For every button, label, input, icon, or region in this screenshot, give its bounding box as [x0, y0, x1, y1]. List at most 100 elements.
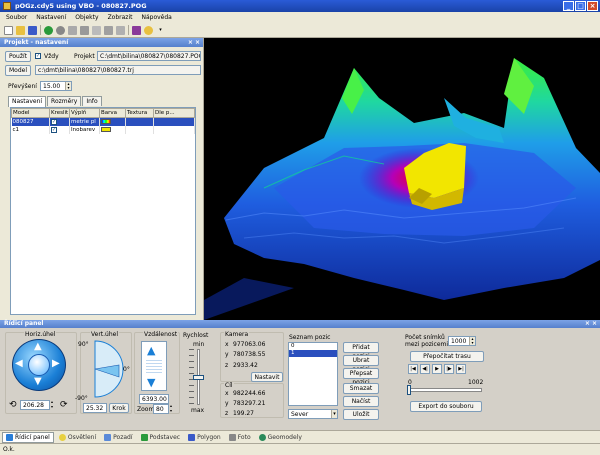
image-icon[interactable]	[116, 25, 125, 35]
tool-icon[interactable]	[68, 25, 77, 35]
chevron-down-icon[interactable]: ▾	[331, 410, 337, 418]
tab-polygon[interactable]: Polygon	[185, 432, 224, 443]
distance-slider[interactable]: ▲ ▼	[141, 341, 167, 391]
menu-soubor[interactable]: Soubor	[6, 12, 27, 23]
column-header[interactable]: Barva	[99, 108, 126, 118]
list-item[interactable]: 1	[289, 350, 337, 357]
close-button[interactable]: ×	[587, 1, 598, 11]
draw-checkbox[interactable]: ✓	[51, 118, 57, 125]
new-file-icon[interactable]	[4, 25, 13, 35]
tab-settings[interactable]: Nastavení	[8, 96, 47, 107]
tab-info[interactable]: Info	[82, 96, 102, 106]
recalculate-route-button[interactable]: Přepočítat trasu	[410, 351, 484, 362]
column-header[interactable]: Výplň	[69, 108, 100, 118]
use-button[interactable]: Použít	[5, 51, 31, 62]
arrow-right-icon[interactable]: ▶	[52, 358, 60, 369]
spinner-icon[interactable]: ▴ ▾	[51, 399, 53, 409]
play-icon[interactable]: ▶	[432, 364, 442, 374]
fill-cell[interactable]: metrie pl	[69, 117, 100, 126]
table-row[interactable]: c1 ✓ Inobarev	[11, 125, 195, 134]
menu-nastaveni[interactable]: Nastavení	[36, 12, 66, 23]
step-button[interactable]: Krok	[109, 403, 129, 413]
model-button[interactable]: Model	[5, 65, 31, 76]
add-position-button[interactable]: Přidat pozici	[343, 342, 379, 360]
column-header[interactable]: Kreslit	[49, 108, 70, 118]
tab-pedestal[interactable]: Podstavec	[138, 432, 184, 443]
zoom-out-arrow-icon[interactable]: ▼	[147, 376, 155, 389]
panel-close-icon[interactable]: × ×	[188, 38, 200, 47]
distance-input[interactable]: 6393.00	[139, 394, 169, 404]
tab-photo[interactable]: Foto	[226, 432, 254, 443]
layers-icon[interactable]	[80, 25, 89, 35]
stop-icon[interactable]	[56, 25, 65, 35]
horizontal-angle-input[interactable]: 206.28	[20, 400, 50, 410]
set-camera-button[interactable]: Nastavit	[251, 372, 283, 382]
overwrite-position-button[interactable]: Přepsat pozici	[343, 368, 379, 386]
model-path-field[interactable]: c:\dmt\bilina\080827\080827.trj	[35, 65, 201, 75]
always-checkbox[interactable]: ✓	[35, 53, 41, 59]
arrow-up-icon[interactable]: ▲	[34, 341, 42, 352]
exaggeration-spinner-icon[interactable]: ▴ ▾	[65, 82, 71, 90]
skip-last-icon[interactable]: ▶|	[456, 364, 466, 374]
load-button[interactable]: Načíst	[343, 396, 379, 407]
remove-position-button[interactable]: Ubrat pozici	[343, 355, 379, 373]
grid-icon[interactable]	[92, 25, 101, 35]
menu-zobrazit[interactable]: Zobrazit	[108, 12, 133, 23]
column-header[interactable]: Model	[11, 108, 50, 118]
direction-select[interactable]: Sever ▾	[288, 409, 338, 419]
speed-slider-thumb[interactable]	[193, 374, 204, 380]
tab-dimensions[interactable]: Rozměry	[47, 96, 82, 106]
slider-max-label: 1002	[468, 379, 484, 386]
tab-geomodels[interactable]: Geomodely	[256, 432, 305, 443]
book-icon[interactable]	[132, 25, 141, 35]
filter-icon[interactable]	[104, 25, 113, 35]
arrow-left-icon[interactable]: ◀	[15, 358, 23, 369]
menu-objekty[interactable]: Objekty	[75, 12, 98, 23]
spinner-icon[interactable]: ▴ ▾	[170, 403, 172, 413]
frame-slider[interactable]	[408, 388, 482, 392]
panel-close-icon[interactable]: × ×	[585, 320, 597, 328]
draw-checkbox[interactable]: ✓	[51, 126, 57, 133]
step-forward-icon[interactable]: |▶	[444, 364, 454, 374]
camera-label: Kamera	[224, 331, 250, 338]
tab-control-panel[interactable]: Řídicí panel	[2, 431, 54, 443]
export-button[interactable]: Export do souboru	[410, 401, 482, 412]
step-back-icon[interactable]: ◀|	[420, 364, 430, 374]
tab-lighting[interactable]: Osvětlení	[56, 432, 99, 443]
maximize-button[interactable]: □	[575, 1, 586, 11]
minimize-button[interactable]: _	[563, 1, 574, 11]
color-swatch-rainbow[interactable]	[101, 118, 111, 124]
play-icon[interactable]	[44, 25, 53, 35]
exaggeration-input[interactable]: 15.00 ▴ ▾	[40, 81, 72, 91]
column-header[interactable]: Dle p...	[153, 108, 195, 118]
rotation-center-icon[interactable]	[28, 354, 50, 376]
fill-cell[interactable]: Inobarev	[69, 125, 100, 134]
table-row[interactable]: 080827 ✓ metrie pl	[11, 117, 195, 126]
column-header[interactable]: Textura	[125, 108, 154, 118]
open-folder-icon[interactable]	[16, 25, 25, 35]
skip-first-icon[interactable]: |◀	[408, 364, 418, 374]
rotate-right-icon[interactable]: ⟳	[60, 400, 68, 410]
project-path-field[interactable]: C:\dmt\bilina\080827\080827.POG	[97, 51, 201, 61]
table-header: Model Kreslit Výplň Barva Textura Dle p.…	[11, 108, 195, 118]
spinner-icon[interactable]: ▴ ▾	[469, 337, 475, 345]
color-swatch-yellow[interactable]	[101, 126, 111, 132]
zoom-input[interactable]: 80	[153, 404, 169, 414]
rotate-left-icon[interactable]: ⟲	[9, 400, 17, 410]
list-item[interactable]: 0	[289, 343, 337, 350]
frames-input[interactable]: 1000 ▴ ▾	[448, 336, 476, 346]
zoom-in-arrow-icon[interactable]: ▲	[147, 344, 155, 357]
terrain-3d-viewport[interactable]	[204, 38, 600, 320]
frame-slider-thumb[interactable]	[407, 385, 411, 395]
positions-list[interactable]: 0 1	[288, 342, 338, 406]
save-icon[interactable]	[28, 25, 37, 35]
clear-button[interactable]: Smazat	[343, 383, 379, 394]
vertical-angle-input[interactable]: 25.32	[83, 403, 107, 413]
help-icon[interactable]	[144, 25, 153, 35]
tab-background[interactable]: Pozadí	[101, 432, 135, 443]
dropdown-arrow-icon[interactable]: ▾	[156, 26, 165, 35]
arrow-down-icon[interactable]: ▼	[34, 376, 42, 387]
save-button[interactable]: Uložit	[343, 409, 379, 420]
speed-max-label: max	[191, 407, 205, 414]
menu-napoveda[interactable]: Nápověda	[141, 12, 171, 23]
